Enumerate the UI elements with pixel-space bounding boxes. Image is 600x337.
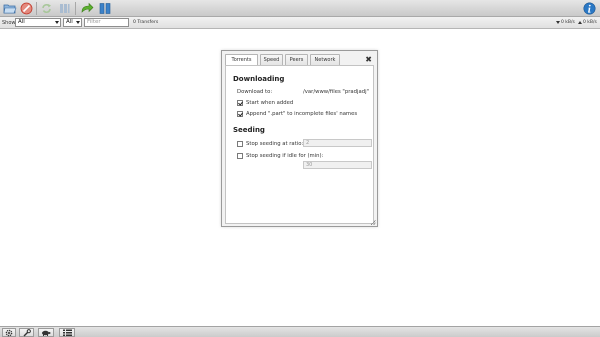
- upload-arrow-icon: [578, 21, 582, 24]
- preferences-button[interactable]: [19, 328, 34, 337]
- close-icon[interactable]: ✖: [365, 55, 372, 65]
- inspector-button[interactable]: [582, 1, 597, 16]
- stop-ratio-label: Stop seeding at ratio:: [246, 141, 304, 147]
- chevron-down-icon: [55, 21, 59, 24]
- download-speed: 0 kB/s: [556, 20, 575, 25]
- list-icon: [62, 329, 72, 336]
- state-filter-value: All: [18, 19, 25, 25]
- downloading-heading: Downloading: [233, 75, 285, 83]
- seeding-heading: Seeding: [233, 126, 265, 134]
- green-arrow-icon: [81, 2, 93, 13]
- tracker-filter-select[interactable]: All: [63, 18, 82, 27]
- gear-icon: [5, 329, 13, 336]
- remove-torrent-button[interactable]: [19, 1, 34, 16]
- download-dir-field[interactable]: /var/www/files "pradjadj": [303, 89, 369, 95]
- stop-ratio-value: 2: [306, 140, 310, 146]
- stop-idle-checkbox[interactable]: [237, 153, 243, 159]
- transfer-count: 0 Transfers: [133, 20, 159, 25]
- cancel-circle-icon: [20, 2, 33, 15]
- start-all-button[interactable]: [79, 1, 94, 16]
- stop-ratio-input[interactable]: 2: [303, 139, 372, 147]
- download-to-label: Download to:: [237, 89, 273, 95]
- compact-view-button[interactable]: [59, 328, 75, 337]
- stop-idle-value: 30: [306, 162, 313, 168]
- refresh-arrows-icon: [42, 4, 51, 13]
- filter-placeholder: Filter: [87, 19, 101, 25]
- toolbar-separator: [36, 2, 37, 15]
- start-when-added-checkbox[interactable]: [237, 100, 243, 106]
- pause-all-button[interactable]: [97, 1, 112, 16]
- info-icon: [583, 2, 596, 15]
- stop-ratio-checkbox[interactable]: [237, 141, 243, 147]
- stop-idle-input[interactable]: 30: [303, 161, 372, 169]
- toolbar-separator: [75, 2, 76, 15]
- tracker-filter-value: All: [66, 19, 73, 25]
- resize-handle[interactable]: [371, 220, 376, 225]
- upload-speed-value: 0 kB/s: [583, 20, 597, 25]
- download-speed-value: 0 kB/s: [561, 20, 575, 25]
- start-when-added-label: Start when added: [246, 100, 294, 106]
- download-arrow-icon: [556, 21, 560, 24]
- wrench-icon: [23, 328, 31, 336]
- bottom-toolbar: [0, 326, 600, 337]
- turtle-mode-button[interactable]: [38, 328, 54, 337]
- chevron-down-icon: [76, 21, 80, 24]
- upload-speed: 0 kB/s: [578, 20, 597, 25]
- turtle-icon: [42, 330, 51, 336]
- filter-input[interactable]: Filter: [84, 18, 129, 27]
- show-label: Show: [2, 20, 16, 26]
- torrents-panel: Downloading Download to: /var/www/files …: [225, 65, 374, 224]
- stop-idle-label: Stop seeding if idle for (min):: [246, 153, 324, 159]
- main-toolbar: [0, 0, 600, 17]
- state-filter-select[interactable]: All: [15, 18, 61, 27]
- preferences-dialog: Torrents Speed Peers Network ✖ Downloadi…: [221, 50, 378, 227]
- filter-bar: Show All All Filter 0 Transfers 0 kB/s 0…: [0, 17, 600, 29]
- append-part-checkbox[interactable]: [237, 111, 243, 117]
- start-selected-button[interactable]: [39, 1, 54, 16]
- open-torrent-button[interactable]: [2, 1, 17, 16]
- settings-button[interactable]: [2, 328, 16, 337]
- append-part-label: Append ".part" to incomplete files' name…: [246, 111, 358, 117]
- pause-bars-icon: [60, 4, 70, 13]
- folder-open-icon: [3, 4, 16, 14]
- pause-blue-icon: [99, 3, 110, 14]
- pause-selected-button[interactable]: [57, 1, 72, 16]
